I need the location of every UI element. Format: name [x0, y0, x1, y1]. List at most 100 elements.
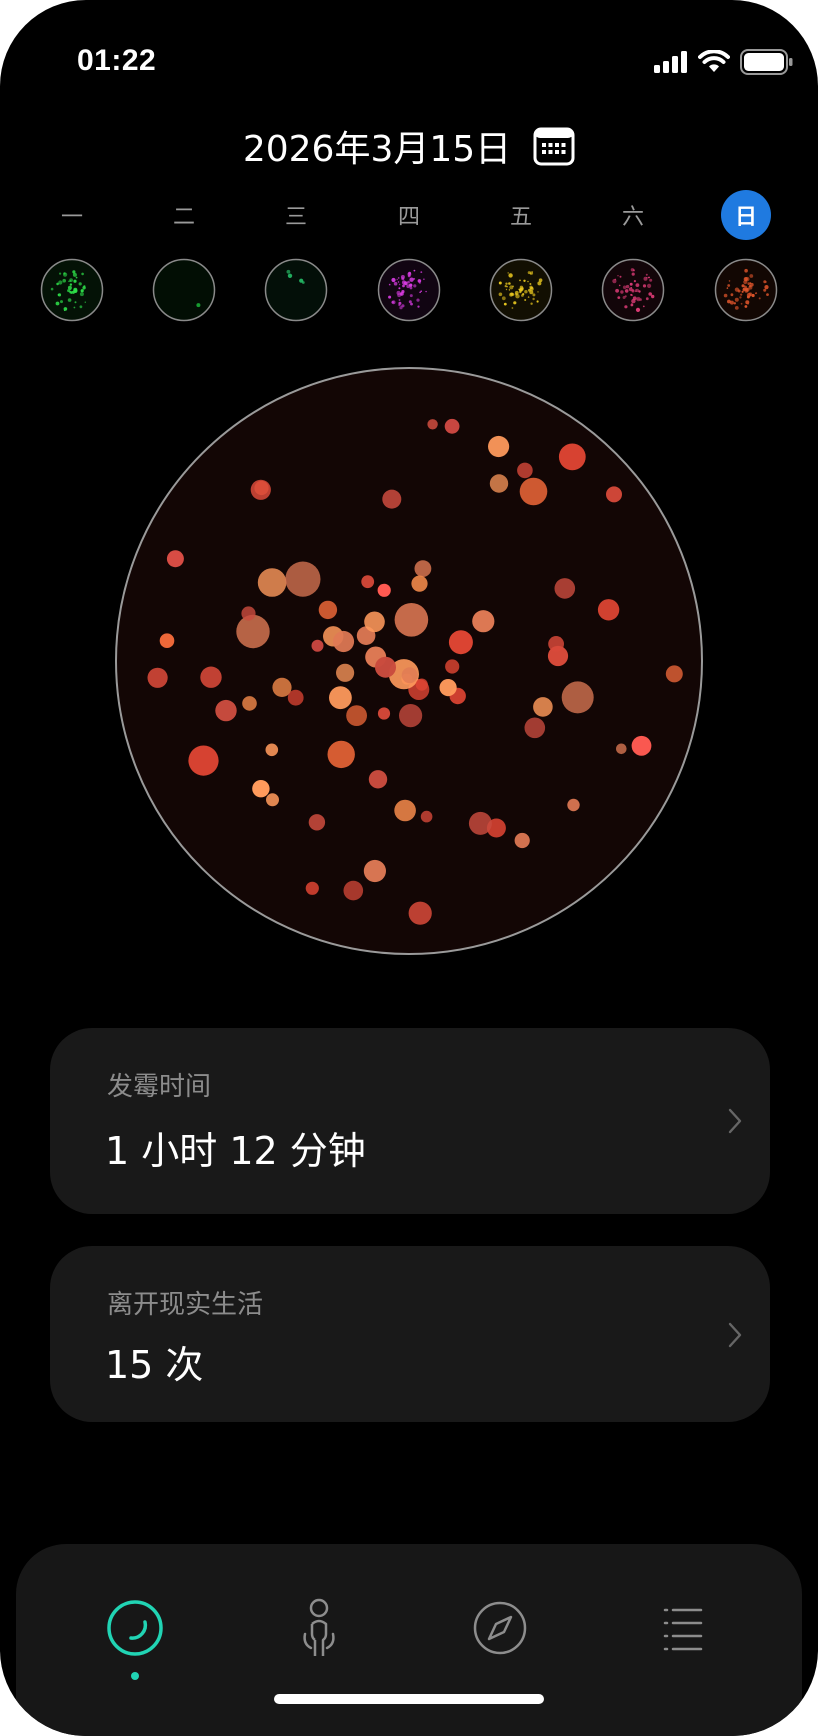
mold-spot	[402, 284, 405, 288]
date-title: 2026年3月15日	[242, 129, 512, 170]
mold-spot	[508, 289, 511, 291]
tab-ring[interactable]	[95, 1588, 175, 1680]
mold-spot	[397, 293, 401, 298]
mold-spot	[398, 301, 402, 305]
mold-spot	[636, 296, 641, 302]
mold-spot	[631, 272, 635, 276]
status-time: 01:22	[77, 44, 157, 77]
weekday-sun-selected[interactable]: 日	[721, 190, 771, 240]
mold-spot	[730, 293, 734, 297]
mold-spot	[409, 294, 413, 298]
dish-thumb-rim	[152, 258, 216, 322]
mold-spot	[215, 699, 237, 722]
mold-spot	[401, 280, 407, 285]
mold-spot	[741, 290, 744, 293]
mold-spot	[73, 279, 77, 283]
mold-spot	[425, 290, 427, 293]
mold-spot	[69, 280, 72, 282]
mold-spot	[629, 282, 633, 286]
dish-thumb-mon[interactable]	[40, 258, 104, 322]
mold-spot	[472, 610, 495, 633]
mold-spot	[301, 281, 305, 284]
mold-spot	[311, 639, 324, 652]
mold-spot	[508, 282, 511, 285]
mold-spot	[58, 280, 63, 285]
mold-spot	[401, 290, 405, 294]
mold-spot	[648, 276, 650, 279]
mold-spot	[521, 294, 524, 297]
mold-spot	[519, 285, 524, 289]
mold-spot	[336, 663, 355, 682]
mold-spot	[742, 287, 747, 292]
mold-spot	[411, 575, 428, 592]
weekday-mon[interactable]: 一	[47, 190, 97, 240]
mold-spot	[758, 297, 761, 300]
mold-spot	[305, 881, 319, 895]
mold-spot	[618, 284, 621, 287]
mold-spot	[622, 285, 627, 290]
mold-spot	[196, 303, 201, 308]
weekday-thu[interactable]: 四	[384, 190, 434, 240]
mold-spot	[745, 300, 750, 305]
mold-spot	[82, 286, 86, 290]
petri-dish-main	[115, 367, 703, 955]
mold-spot	[622, 296, 626, 299]
mold-spot	[729, 300, 734, 305]
leave-reality-value: 15 次	[105, 1343, 204, 1387]
tab-person[interactable]	[279, 1588, 359, 1668]
dish-thumb-tue[interactable]	[152, 258, 216, 322]
chevron-right-icon	[728, 1322, 742, 1348]
mold-spot	[59, 272, 62, 275]
status-icons	[654, 48, 794, 76]
mold-spot	[377, 583, 391, 597]
calendar-icon[interactable]	[533, 125, 575, 167]
dish-thumb-sun[interactable]	[714, 258, 778, 322]
mold-spot	[514, 832, 530, 849]
leave-reality-card[interactable]: 离开现实生活 15 次	[50, 1246, 770, 1422]
dish-thumb-rim	[40, 258, 104, 322]
mold-spot	[624, 289, 629, 293]
mold-spot	[537, 281, 542, 286]
mold-spot	[748, 285, 753, 290]
mold-spot	[633, 280, 636, 283]
mold-spot	[84, 301, 86, 303]
mold-spot	[417, 305, 420, 308]
weekday-fri[interactable]: 五	[496, 190, 546, 240]
mold-spot	[394, 603, 429, 637]
mold-spot	[81, 272, 84, 276]
person-icon	[303, 1598, 335, 1656]
dish-thumb-fri[interactable]	[489, 258, 553, 322]
mold-spot	[468, 811, 492, 835]
dish-thumb-sat[interactable]	[601, 258, 665, 322]
mold-spot	[532, 293, 536, 297]
mold-spot	[498, 292, 503, 297]
mold-spot	[63, 309, 66, 312]
weekday-wed[interactable]: 三	[271, 190, 321, 240]
mold-spot	[398, 299, 401, 301]
mold-spot	[734, 306, 739, 310]
mold-spot	[397, 281, 400, 283]
mold-spot	[763, 280, 767, 284]
tab-compass[interactable]	[460, 1588, 540, 1668]
mold-spot	[645, 273, 648, 276]
mold-spot	[388, 283, 391, 286]
mold-time-card[interactable]: 发霉时间 1 小时 12 分钟	[50, 1028, 770, 1214]
mold-spot	[734, 287, 739, 292]
mold-spot	[501, 296, 506, 301]
mold-spot	[414, 560, 432, 577]
mold-spot	[393, 281, 398, 286]
list-icon	[663, 1608, 703, 1651]
mold-spot	[651, 294, 655, 299]
weekday-sat[interactable]: 六	[608, 190, 658, 240]
dish-thumb-thu[interactable]	[377, 258, 441, 322]
dish-thumb-wed[interactable]	[264, 258, 328, 322]
weekday-tue[interactable]: 二	[159, 190, 209, 240]
mold-spot	[733, 302, 736, 305]
mold-spot	[529, 283, 532, 285]
mold-spot	[79, 292, 84, 297]
mold-spot	[388, 295, 392, 299]
tab-list[interactable]	[643, 1588, 723, 1668]
mold-spot	[332, 630, 355, 653]
mold-spot	[531, 271, 534, 273]
mold-spot	[159, 633, 175, 648]
